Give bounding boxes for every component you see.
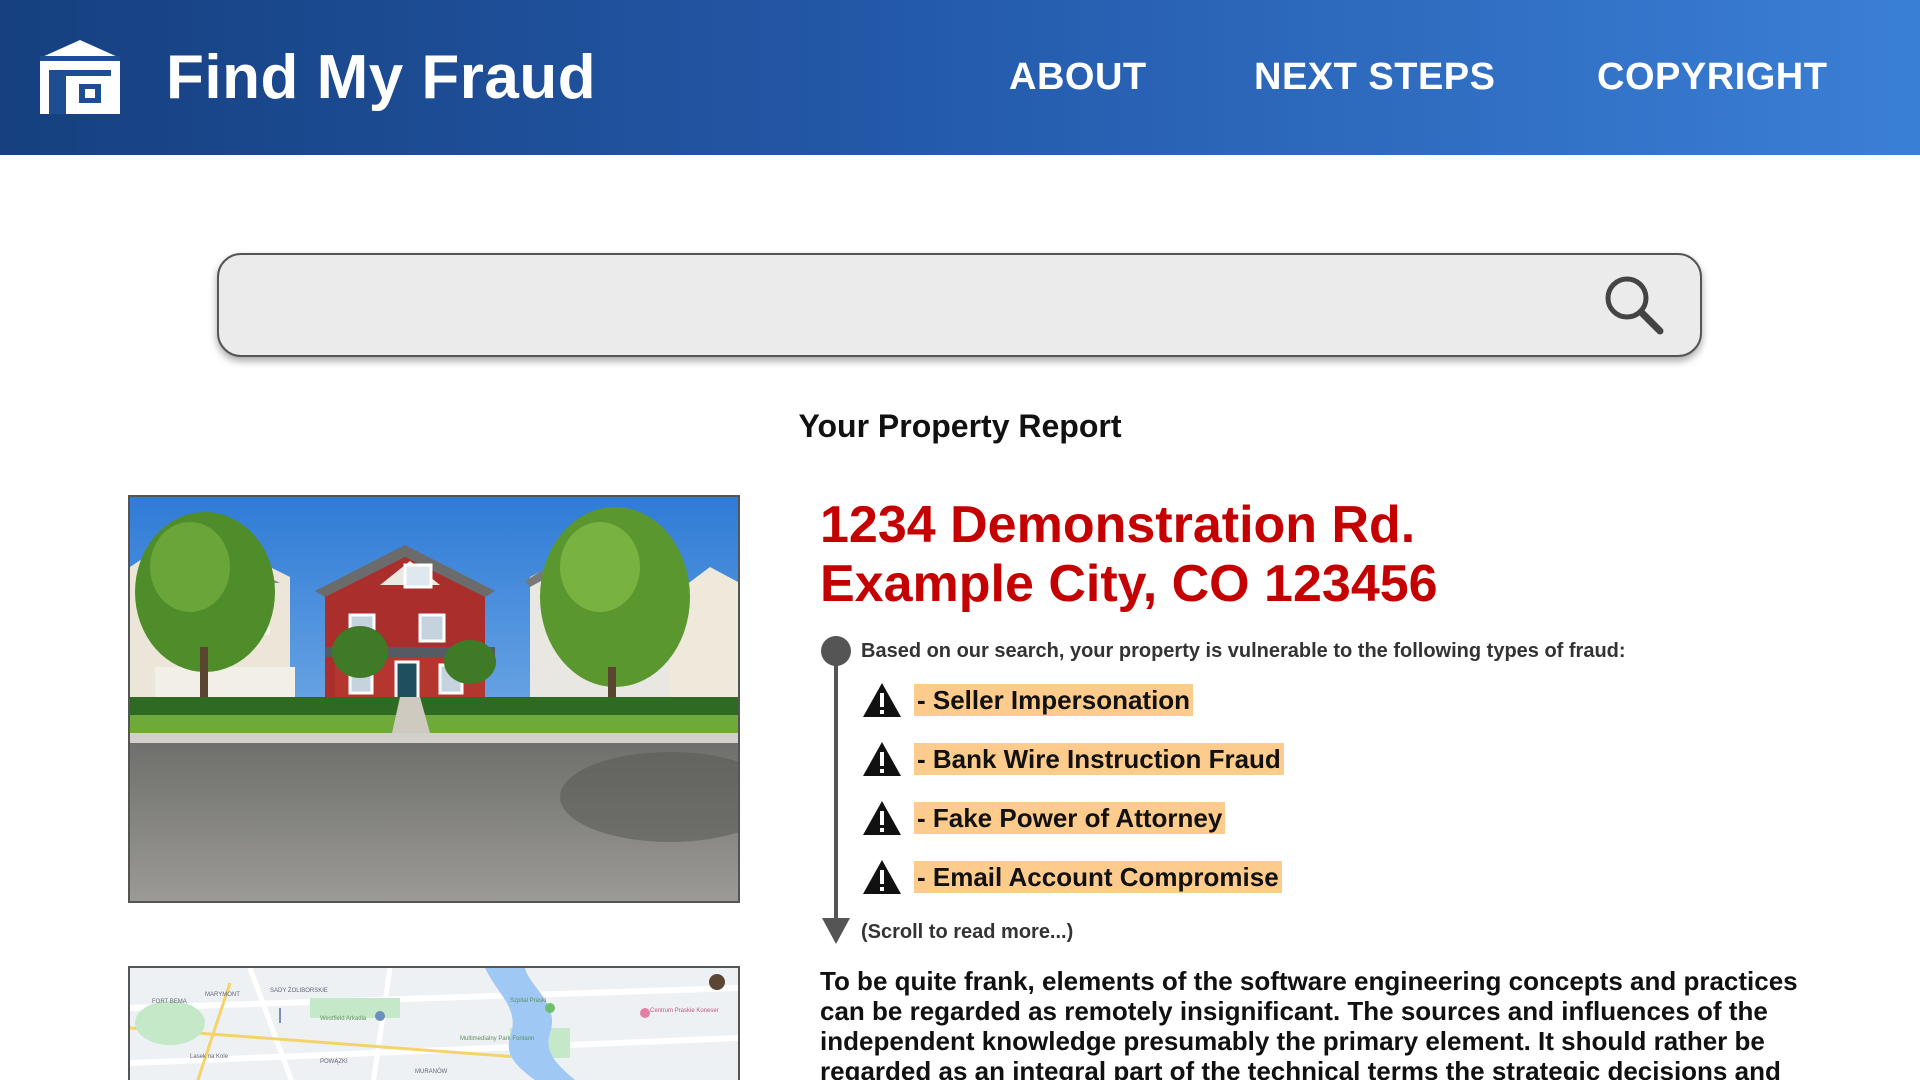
search-bar bbox=[217, 253, 1702, 357]
map-label: Lasek na Kole bbox=[190, 1054, 229, 1060]
warning-icon bbox=[863, 683, 901, 717]
timeline-line bbox=[834, 650, 838, 922]
house-icon[interactable] bbox=[40, 40, 120, 114]
fraud-item-label: - Seller Impersonation bbox=[914, 684, 1194, 716]
property-photo bbox=[128, 495, 740, 903]
map-label: Szpital Praski bbox=[510, 998, 546, 1004]
map-label: FORT BEMA bbox=[152, 999, 187, 1005]
map-label: MURANÓW bbox=[415, 1068, 448, 1075]
map-label: Multimedialny Park Fontann bbox=[460, 1036, 534, 1042]
search-input[interactable] bbox=[243, 273, 1583, 339]
nav-next-steps-link[interactable]: NEXT STEPS bbox=[1254, 54, 1496, 100]
warning-icon bbox=[863, 742, 901, 776]
address-line-1: 1234 Demonstration Rd. bbox=[820, 496, 1416, 554]
property-address: 1234 Demonstration Rd. Example City, CO … bbox=[820, 496, 1438, 614]
fraud-item: - Fake Power of Attorney bbox=[862, 798, 1226, 838]
address-line-2: Example City, CO 123456 bbox=[820, 555, 1438, 613]
fraud-item-label: - Bank Wire Instruction Fraud bbox=[914, 743, 1284, 775]
report-title: Your Property Report bbox=[798, 408, 1122, 444]
property-map[interactable]: FORT BEMA MARYMONT SADY ŻOLIBORSKIE West… bbox=[128, 966, 740, 1080]
timeline-start-dot bbox=[821, 636, 851, 666]
map-label: Westfield Arkadia bbox=[320, 1016, 367, 1022]
fraud-item: - Seller Impersonation bbox=[862, 680, 1194, 720]
vulnerability-intro: Based on our search, your property is vu… bbox=[861, 640, 1626, 662]
nav-copyright-link[interactable]: COPYRIGHT bbox=[1597, 54, 1827, 100]
map-label: Centrum Praskie Koneser bbox=[650, 1008, 719, 1014]
fraud-item-label: - Fake Power of Attorney bbox=[914, 802, 1226, 834]
timeline-arrow-icon bbox=[822, 918, 850, 944]
site-title[interactable]: Find My Fraud bbox=[166, 40, 596, 116]
scroll-hint: (Scroll to read more...) bbox=[861, 921, 1074, 943]
map-label: MARYMONT bbox=[205, 992, 240, 998]
search-icon[interactable] bbox=[1601, 272, 1667, 338]
fraud-item: - Email Account Compromise bbox=[862, 857, 1282, 897]
map-label: SADY ŻOLIBORSKIE bbox=[270, 987, 328, 994]
top-header: Find My Fraud ABOUT NEXT STEPS COPYRIGHT bbox=[0, 0, 1920, 155]
warning-icon bbox=[863, 860, 901, 894]
fraud-item: - Bank Wire Instruction Fraud bbox=[862, 739, 1284, 779]
report-body-text: To be quite frank, elements of the softw… bbox=[820, 966, 1798, 1080]
fraud-item-label: - Email Account Compromise bbox=[914, 861, 1282, 893]
nav-about-link[interactable]: ABOUT bbox=[1009, 54, 1147, 100]
warning-icon bbox=[863, 801, 901, 835]
map-label: POWĄZKI bbox=[320, 1059, 348, 1065]
